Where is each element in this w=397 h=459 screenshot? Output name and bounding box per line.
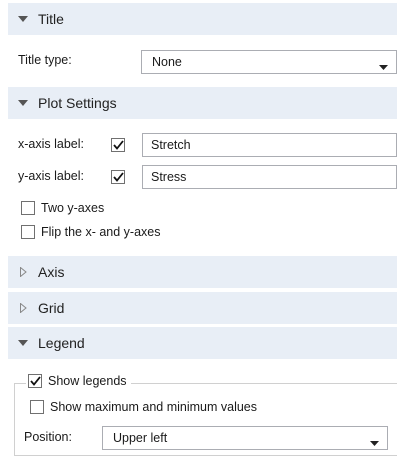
legend-position-select[interactable]: Upper left xyxy=(102,426,388,450)
show-legends-checkbox[interactable] xyxy=(28,374,42,388)
section-header-grid[interactable]: Grid xyxy=(8,292,397,324)
y-axis-label-input[interactable]: Stress xyxy=(142,165,397,189)
section-header-title[interactable]: Title xyxy=(8,3,397,35)
y-axis-label-value: Stress xyxy=(151,170,187,184)
section-header-legend[interactable]: Legend xyxy=(8,327,397,359)
x-axis-label-text: x-axis label: xyxy=(18,137,84,151)
chevron-down-icon xyxy=(370,435,379,449)
section-header-axis[interactable]: Axis xyxy=(8,256,397,288)
triangle-right-icon xyxy=(8,267,38,277)
section-axis-label: Axis xyxy=(38,264,65,280)
two-y-axes-label: Two y-axes xyxy=(41,201,105,215)
section-plot-settings-label: Plot Settings xyxy=(38,95,117,111)
x-axis-label-value: Stretch xyxy=(151,138,191,152)
x-axis-label-checkbox[interactable] xyxy=(111,138,125,152)
checkmark-icon xyxy=(112,140,124,150)
title-type-value: None xyxy=(152,55,182,69)
show-max-min-checkbox[interactable] xyxy=(30,400,44,414)
triangle-down-icon xyxy=(8,15,38,23)
flip-axes-checkbox[interactable] xyxy=(21,225,35,239)
section-legend-label: Legend xyxy=(38,335,85,351)
triangle-down-icon xyxy=(8,99,38,107)
legend-position-label: Position: xyxy=(24,430,72,444)
y-axis-label-checkbox[interactable] xyxy=(111,170,125,184)
show-legends-label: Show legends xyxy=(48,374,127,388)
checkmark-icon xyxy=(112,172,124,182)
chevron-down-icon xyxy=(379,59,388,73)
legend-position-value: Upper left xyxy=(113,431,168,445)
two-y-axes-checkbox[interactable] xyxy=(21,201,35,215)
section-header-plot-settings[interactable]: Plot Settings xyxy=(8,87,397,119)
triangle-right-icon xyxy=(8,303,38,313)
section-grid-label: Grid xyxy=(38,300,65,316)
section-title-label: Title xyxy=(38,11,64,27)
checkmark-icon xyxy=(29,376,41,386)
show-max-min-label: Show maximum and minimum values xyxy=(50,400,258,414)
x-axis-label-input[interactable]: Stretch xyxy=(142,133,397,157)
y-axis-label-text: y-axis label: xyxy=(18,169,84,183)
triangle-down-icon xyxy=(8,339,38,347)
title-type-select[interactable]: None xyxy=(141,50,397,74)
title-type-label: Title type: xyxy=(18,53,72,67)
flip-axes-label: Flip the x- and y-axes xyxy=(41,225,161,239)
